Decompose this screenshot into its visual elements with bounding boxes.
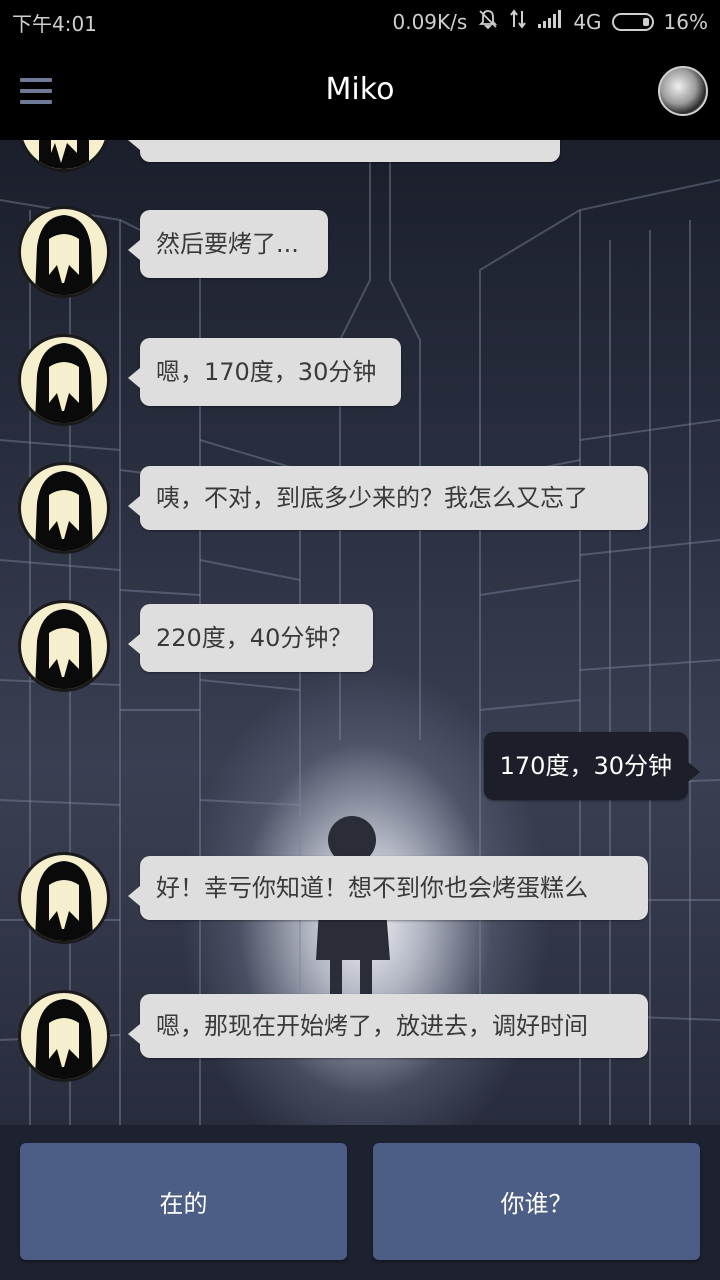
message-bubble: 嗯，那现在开始烤了，放进去，调好时间 [128, 994, 648, 1058]
data-transfer-icon [509, 9, 527, 34]
reply-option-button[interactable]: 你谁？ [373, 1143, 700, 1260]
message-bubble: 220度，40分钟？ [128, 604, 373, 672]
message-text: 嗯，170度，30分钟 [156, 358, 377, 386]
status-bar: 下午4:01 0.09K/s 4G 16% [0, 0, 720, 40]
miko-avatar [18, 852, 110, 944]
message-text: 好！幸亏你知道！想不到你也会烤蛋糕么 [156, 874, 588, 902]
miko-avatar [18, 206, 110, 298]
message-text: 然后要烤了... [156, 230, 299, 258]
network-speed: 0.09K/s [392, 9, 468, 34]
network-type: 4G [573, 9, 602, 34]
miko-avatar [18, 140, 110, 172]
my-message-bubble: 170度，30分钟 [483, 732, 701, 800]
battery-icon [611, 12, 654, 31]
chat-title: Miko [325, 72, 395, 107]
chat-area[interactable]: 然后要烤了... 嗯，170度，30分钟 咦，不对，到底多少来的？我怎么又忘了 … [0, 140, 720, 1125]
profile-avatar[interactable] [658, 66, 708, 116]
miko-avatar [18, 462, 110, 554]
message-bubble: 嗯，170度，30分钟 [128, 338, 401, 406]
status-indicators: 0.09K/s 4G 16% [392, 8, 708, 35]
battery-level: 16% [663, 9, 708, 34]
message-text: 170度，30分钟 [499, 752, 672, 780]
message-bubble: 咦，不对，到底多少来的？我怎么又忘了 [128, 466, 648, 530]
message-text: 咦，不对，到底多少来的？我怎么又忘了 [156, 484, 588, 512]
reply-bar: 在的 你谁？ [0, 1125, 720, 1280]
message-text: 220度，40分钟？ [156, 624, 353, 652]
message-bubble: 好！幸亏你知道！想不到你也会烤蛋糕么 [128, 856, 648, 920]
status-time: 下午4:01 [12, 12, 97, 36]
message-bubble: 然后要烤了... [128, 210, 328, 278]
miko-avatar [18, 600, 110, 692]
miko-avatar [18, 334, 110, 426]
message-text: 嗯，那现在开始烤了，放进去，调好时间 [156, 1012, 588, 1040]
message-bubble-partial [128, 140, 560, 162]
app-bar: Miko [0, 40, 720, 140]
reply-option-button[interactable]: 在的 [20, 1143, 347, 1260]
mute-icon [477, 8, 499, 35]
signal-icon [537, 9, 563, 34]
miko-avatar [18, 990, 110, 1082]
